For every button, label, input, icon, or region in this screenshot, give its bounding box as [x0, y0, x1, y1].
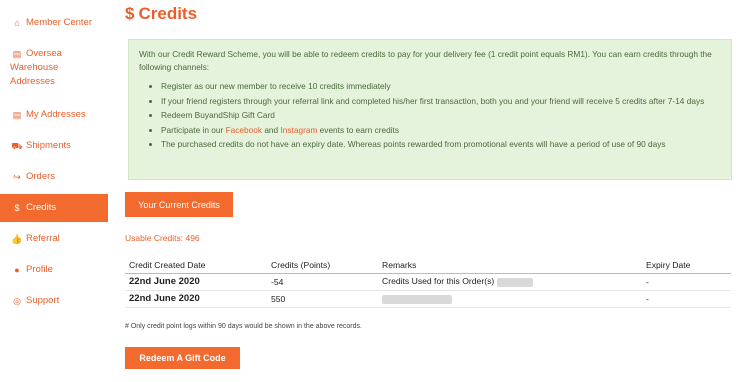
sidebar-item-label: Support: [26, 295, 60, 306]
list-icon: ▤: [12, 49, 22, 59]
redacted-remark: [382, 294, 452, 304]
redeem-gift-code-button[interactable]: Redeem A Gift Code: [125, 347, 240, 369]
and-text: and: [262, 124, 281, 135]
expiry-date: -: [642, 290, 731, 308]
page-title: $ Credits: [125, 4, 197, 24]
remarks: [378, 290, 642, 308]
list-item: Participate in our Facebook and Instagra…: [161, 124, 721, 137]
participate-suffix: events to earn credits: [317, 124, 400, 135]
credit-info-box: With our Credit Reward Scheme, you will …: [128, 39, 732, 180]
table-header-row: Credit Created Date Credits (Points) Rem…: [125, 257, 731, 274]
usable-credits: Usable Credits: 496: [125, 233, 200, 243]
sidebar: ⌂ Member Center ▤ Oversea Warehouse Addr…: [0, 0, 108, 382]
lifebuoy-icon: ◎: [13, 296, 21, 306]
column-header: Remarks: [378, 257, 642, 274]
list-icon: ▤: [12, 110, 22, 120]
page-title-text: Credits: [138, 4, 198, 23]
sidebar-item-label: Credits: [26, 202, 57, 213]
sidebar-item-label: Referral: [26, 233, 60, 244]
sidebar-item-referral[interactable]: 👍 Referral: [0, 232, 108, 246]
truck-icon: ⛟: [11, 141, 23, 151]
expiry-date: -: [642, 273, 731, 291]
facebook-link[interactable]: Facebook: [226, 125, 262, 135]
column-header: Credits (Points): [267, 257, 378, 274]
created-date: 22nd June 2020: [125, 273, 267, 291]
sidebar-item-oversea-warehouse-addresses[interactable]: ▤ Oversea Warehouse Addresses: [0, 47, 108, 89]
records-note: # Only credit point logs within 90 days …: [125, 323, 362, 330]
table-row: 22nd June 2020 -54 Credits Used for this…: [125, 273, 731, 291]
sidebar-item-label: Profile: [26, 264, 53, 275]
list-item: Redeem BuyandShip Gift Card: [161, 109, 721, 122]
column-header: Credit Created Date: [125, 257, 267, 274]
info-intro: With our Credit Reward Scheme, you will …: [139, 49, 712, 72]
dollar-icon: $: [125, 4, 135, 23]
table-row: 22nd June 2020 550 -: [125, 290, 731, 308]
instagram-link[interactable]: Instagram: [280, 125, 317, 135]
created-date: 22nd June 2020: [125, 290, 267, 308]
redacted-order-id: [496, 277, 533, 287]
remarks: Credits Used for this Order(s): [378, 273, 642, 291]
participate-prefix: Participate in our: [161, 124, 226, 135]
list-item: If your friend registers through your re…: [161, 95, 721, 108]
credit-points: -54: [267, 273, 378, 291]
share-icon: ↪: [13, 172, 21, 182]
user-icon: ●: [14, 265, 20, 275]
sidebar-item-my-addresses[interactable]: ▤ My Addresses: [0, 108, 108, 122]
sidebar-item-support[interactable]: ◎ Support: [0, 294, 108, 308]
credit-points: 550: [267, 290, 378, 308]
dollar-icon: $: [14, 203, 20, 213]
sidebar-item-profile[interactable]: ● Profile: [0, 263, 108, 277]
sidebar-item-label: My Addresses: [26, 109, 86, 120]
sidebar-item-orders[interactable]: ↪ Orders: [0, 170, 108, 184]
list-item: The purchased credits do not have an exp…: [161, 138, 721, 151]
list-item: Register as our new member to receive 10…: [161, 80, 721, 93]
remarks-text: Credits Used for this Order(s): [382, 276, 495, 287]
sidebar-item-label-line1: Oversea: [26, 48, 62, 59]
sidebar-item-credits[interactable]: $ Credits: [0, 194, 108, 222]
home-icon: ⌂: [14, 18, 20, 28]
sidebar-item-label: Orders: [26, 171, 56, 182]
earn-channels-list: Register as our new member to receive 10…: [139, 80, 721, 151]
sidebar-item-label: Member Center: [26, 17, 92, 28]
thumbs-up-icon: 👍: [11, 234, 23, 244]
sidebar-item-label-line2: Warehouse: [10, 62, 59, 73]
sidebar-item-member-center[interactable]: ⌂ Member Center: [0, 16, 108, 30]
sidebar-item-label-line3: Addresses: [10, 76, 55, 87]
credits-table: Credit Created Date Credits (Points) Rem…: [125, 257, 731, 308]
sidebar-item-shipments[interactable]: ⛟ Shipments: [0, 139, 108, 153]
column-header: Expiry Date: [642, 257, 731, 274]
sidebar-item-label: Shipments: [26, 140, 71, 151]
your-current-credits-button[interactable]: Your Current Credits: [125, 192, 233, 217]
